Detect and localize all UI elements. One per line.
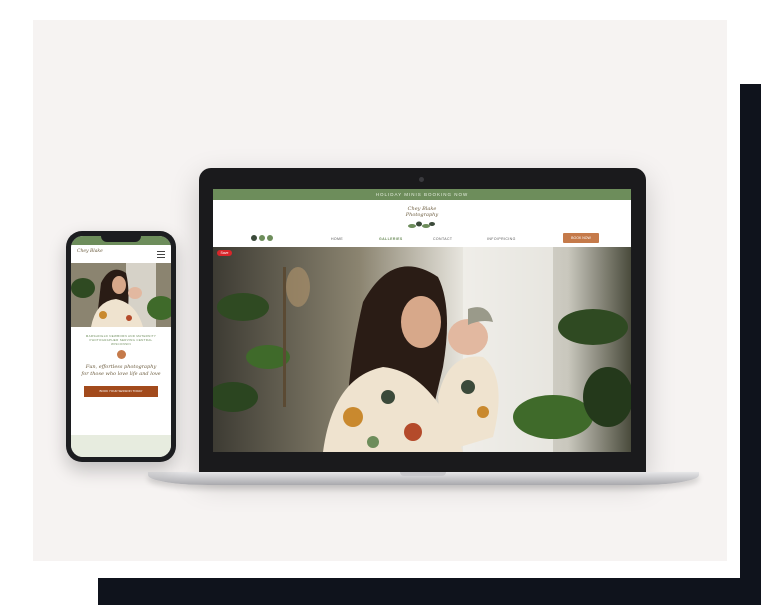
phone-mother-baby-photo [71, 263, 171, 327]
site-header: Chey Blake Photography HOME GALLERIES CO… [213, 200, 631, 247]
pinterest-save-button[interactable]: Save [217, 250, 232, 256]
nav-info-pricing[interactable]: INFO/PRICING [487, 237, 516, 241]
phone-header: Chey Blake [71, 245, 171, 263]
phone-site-logo[interactable]: Chey Blake [77, 249, 103, 254]
laptop-mockup: HOLIDAY MINIS BOOKING NOW Chey Blake Pho… [199, 168, 646, 473]
book-now-button[interactable]: BOOK NOW [563, 233, 599, 243]
nav-home[interactable]: HOME [331, 237, 343, 241]
nav-galleries[interactable]: GALLERIES [379, 237, 403, 241]
laptop-screen: HOLIDAY MINIS BOOKING NOW Chey Blake Pho… [213, 189, 631, 452]
logo-leaves-icon [408, 221, 435, 228]
laptop-base [148, 472, 699, 485]
hero-photo: Save [213, 247, 631, 452]
mother-baby-photo [213, 247, 631, 452]
site-logo[interactable]: Chey Blake Photography [402, 206, 442, 218]
phone-footer-section [71, 435, 171, 457]
laptop-bezel [199, 454, 646, 473]
camera-icon [116, 350, 126, 359]
social-icons [251, 235, 273, 241]
menu-icon[interactable] [157, 251, 165, 260]
book-session-button[interactable]: BOOK YOUR SESSION TODAY [84, 386, 158, 397]
laptop-hinge-notch [400, 472, 446, 476]
pinterest-icon[interactable] [267, 235, 273, 241]
phone-notch [101, 236, 141, 242]
nav-contact[interactable]: CONTACT [433, 237, 452, 241]
phone-hero-photo [71, 263, 171, 327]
site-announcement-banner[interactable]: HOLIDAY MINIS BOOKING NOW [213, 189, 631, 200]
phone-tagline-2: for those who love life and love [81, 371, 161, 377]
phone-tagline-1: Fun, effortless photography [85, 364, 157, 370]
phone-mockup: Chey Blake MARSHFIELD NEWBORN AND MATERN… [66, 231, 176, 462]
phone-screen: Chey Blake MARSHFIELD NEWBORN AND MATERN… [71, 236, 171, 457]
facebook-icon[interactable] [259, 235, 265, 241]
instagram-icon[interactable] [251, 235, 257, 241]
phone-intro-caps: MARSHFIELD NEWBORN AND MATERNITY PHOTOGR… [85, 334, 157, 346]
laptop-camera [419, 177, 424, 182]
